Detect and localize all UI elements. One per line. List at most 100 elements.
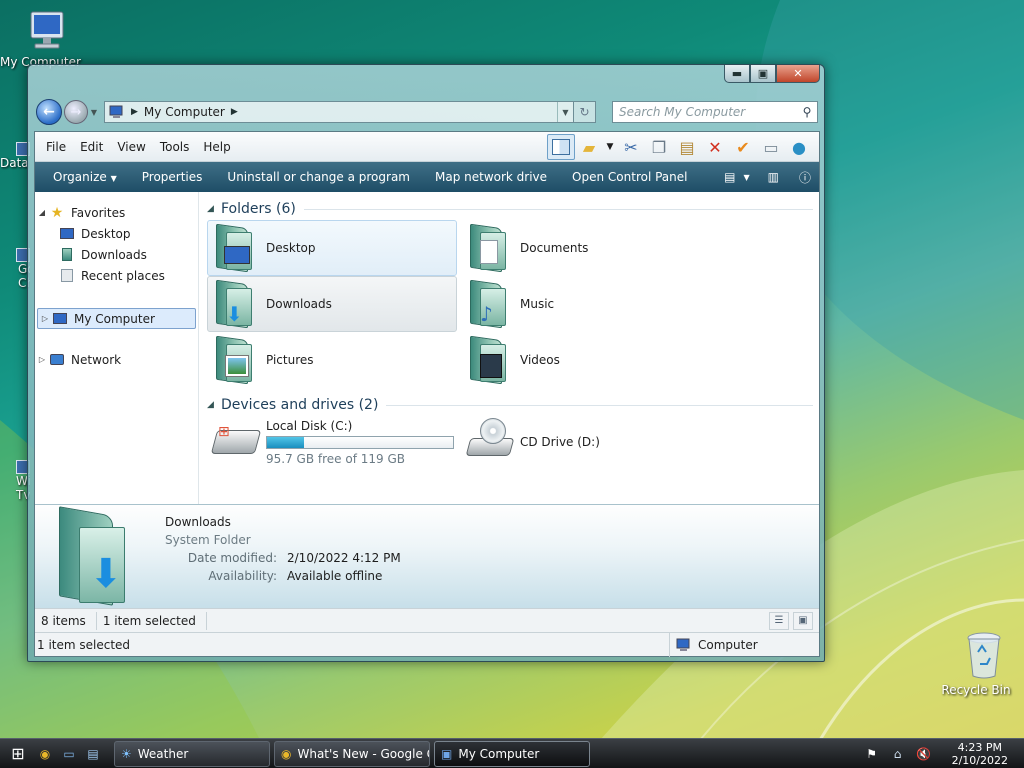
forward-button[interactable]: → xyxy=(64,100,88,124)
breadcrumb-my-computer[interactable]: My Computer xyxy=(144,105,225,119)
drive-tile-local-disk-c[interactable]: ⊞ Local Disk (C:) 95.7 GB free of 119 GB xyxy=(207,416,457,468)
chevron-down-icon: ▼ xyxy=(562,107,569,117)
folder-tile-music[interactable]: ♪ Music xyxy=(461,276,711,332)
drive-tile-cd-drive-d[interactable]: CD Drive (D:) xyxy=(461,416,711,468)
network-icon xyxy=(49,353,65,367)
globe-button[interactable]: ● xyxy=(785,134,813,160)
expand-arrow-icon[interactable]: ▷ xyxy=(38,314,52,323)
address-dropdown[interactable]: ▼ xyxy=(557,102,573,122)
paste-button[interactable]: ▤ xyxy=(673,134,701,160)
address-bar[interactable]: ▶ My Computer ▶ ▼ xyxy=(104,101,574,123)
menu-edit[interactable]: Edit xyxy=(73,140,110,154)
details-view-icon[interactable]: ☰ xyxy=(769,611,789,630)
recycle-bin-icon xyxy=(967,632,1001,679)
menu-file[interactable]: File xyxy=(39,140,73,154)
desktop-icon-partial-2[interactable]: Go Ch xyxy=(0,248,30,290)
back-button[interactable]: ← xyxy=(36,99,62,125)
folder-options-dropdown[interactable]: ▼ xyxy=(603,134,617,160)
properties-command[interactable]: Properties xyxy=(132,170,218,184)
folder-name: Music xyxy=(520,297,555,311)
delete-button[interactable]: ✕ xyxy=(701,134,729,160)
pictures-folder-icon xyxy=(212,335,258,385)
folder-tile-pictures[interactable]: Pictures xyxy=(207,332,457,388)
views-icon[interactable]: ▤ xyxy=(724,170,735,184)
folder-name: Desktop xyxy=(266,241,316,255)
map-network-drive-command[interactable]: Map network drive xyxy=(425,170,562,184)
drive-free-space: 95.7 GB free of 119 GB xyxy=(266,451,405,466)
chevron-down-icon[interactable]: ▼ xyxy=(743,173,749,182)
chevron-right-icon[interactable]: ▶ xyxy=(231,107,238,117)
menu-view[interactable]: View xyxy=(110,140,152,154)
collapse-arrow-icon: ◢ xyxy=(207,204,214,214)
uninstall-program-command[interactable]: Uninstall or change a program xyxy=(217,170,425,184)
preview-pane-button[interactable] xyxy=(547,134,575,160)
close-icon: ✕ xyxy=(793,67,803,80)
network-status-icon[interactable]: ⌂ xyxy=(890,746,906,762)
recent-pages-dropdown[interactable]: ▼ xyxy=(88,108,100,117)
expand-arrow-icon[interactable]: ▷ xyxy=(35,355,49,364)
maximize-button[interactable]: ▣ xyxy=(750,65,776,83)
tiles-view-icon[interactable]: ▣ xyxy=(793,611,813,630)
taskbar-item-my-computer[interactable]: ▣ My Computer xyxy=(434,740,590,767)
open-control-panel-command[interactable]: Open Control Panel xyxy=(562,170,702,184)
copy-button[interactable]: ❐ xyxy=(645,134,673,160)
chrome-icon: ◉ xyxy=(281,746,292,761)
minimize-button[interactable]: ▬ xyxy=(724,65,750,83)
star-icon: ★ xyxy=(50,204,64,221)
folder-tile-desktop[interactable]: Desktop xyxy=(207,220,457,276)
folder-tile-downloads[interactable]: ⬇ Downloads xyxy=(207,276,457,332)
taskbar: ⊞ ◉ ▭ ▤ ☀ Weather ◉ What's New - Google … xyxy=(0,738,1024,768)
organize-button[interactable]: Organize ▼ xyxy=(43,170,132,184)
desktop-icon-partial-3[interactable]: Wi Tv xyxy=(0,460,30,502)
window-controls: ▬ ▣ ✕ xyxy=(724,65,820,83)
desktop-icon-label: Data xyxy=(0,156,29,170)
show-desktop-icon[interactable]: ▭ xyxy=(60,745,78,763)
action-center-flag-icon[interactable]: ⚑ xyxy=(864,746,880,762)
cut-button[interactable]: ✂ xyxy=(617,134,645,160)
menu-help[interactable]: Help xyxy=(196,140,237,154)
desktop-icon-recycle-bin[interactable]: Recycle Bin xyxy=(940,630,1012,697)
folder-options-button[interactable]: ▰ xyxy=(575,134,603,160)
nav-favorites[interactable]: ◢ ★ Favorites xyxy=(35,202,198,223)
folder-tile-documents[interactable]: Documents xyxy=(461,220,711,276)
nav-item-recent-places[interactable]: Recent places xyxy=(35,265,198,286)
taskbar-item-weather[interactable]: ☀ Weather xyxy=(114,740,270,767)
properties-button[interactable]: ▭ xyxy=(757,134,785,160)
taskbar-item-chrome[interactable]: ◉ What's New - Google Ch... xyxy=(274,740,430,767)
desktop-icon-partial-1[interactable]: Data xyxy=(0,142,30,170)
preview-pane-icon[interactable]: ▥ xyxy=(768,170,779,184)
navigation-pane: ◢ ★ Favorites Desktop Downloads Recent p… xyxy=(35,192,199,504)
rename-button[interactable]: ✔ xyxy=(729,134,757,160)
volume-muted-icon[interactable]: 🔇 xyxy=(916,746,932,762)
view-toggles: ☰ ▣ xyxy=(769,611,819,630)
folders-group-header[interactable]: ◢ Folders (6) xyxy=(207,198,813,220)
desktop-icon-my-computer[interactable]: My Computer xyxy=(0,8,81,69)
switch-windows-icon[interactable]: ▤ xyxy=(84,745,102,763)
refresh-icon: ↻ xyxy=(579,105,590,119)
folder-tile-videos[interactable]: Videos xyxy=(461,332,711,388)
nav-item-label: My Computer xyxy=(74,311,155,326)
menu-tools[interactable]: Tools xyxy=(153,140,197,154)
devices-group-header[interactable]: ◢ Devices and drives (2) xyxy=(207,394,813,416)
desktop-icon xyxy=(59,227,75,241)
nav-item-my-computer[interactable]: ▷ My Computer xyxy=(37,308,196,329)
nav-item-downloads[interactable]: Downloads xyxy=(35,244,198,265)
bottom-selection-text: 1 item selected xyxy=(37,637,131,652)
windows-logo-icon: ⊞ xyxy=(11,744,25,763)
maximize-icon: ▣ xyxy=(757,67,769,80)
clock[interactable]: 4:23 PM 2/10/2022 xyxy=(952,741,1008,767)
collapse-arrow-icon[interactable]: ◢ xyxy=(35,208,49,217)
delete-x-icon: ✕ xyxy=(708,137,722,157)
chrome-icon[interactable]: ◉ xyxy=(36,745,54,763)
close-button[interactable]: ✕ xyxy=(776,65,820,83)
start-button[interactable]: ⊞ xyxy=(0,744,36,763)
search-icon[interactable]: ⚲ xyxy=(797,105,817,119)
nav-item-network[interactable]: ▷ Network xyxy=(35,349,198,370)
search-input[interactable]: Search My Computer ⚲ xyxy=(612,101,818,123)
menu-bar: File Edit View Tools Help ▰ ▼ ✂ ❐ ▤ ✕ ✔ … xyxy=(35,132,819,162)
details-availability: Availability: Available offline xyxy=(93,569,382,583)
downloads-folder-icon: ⬇ xyxy=(212,279,258,329)
refresh-button[interactable]: ↻ xyxy=(574,101,596,123)
nav-item-desktop[interactable]: Desktop xyxy=(35,223,198,244)
help-icon[interactable]: ⓘ xyxy=(799,169,811,186)
